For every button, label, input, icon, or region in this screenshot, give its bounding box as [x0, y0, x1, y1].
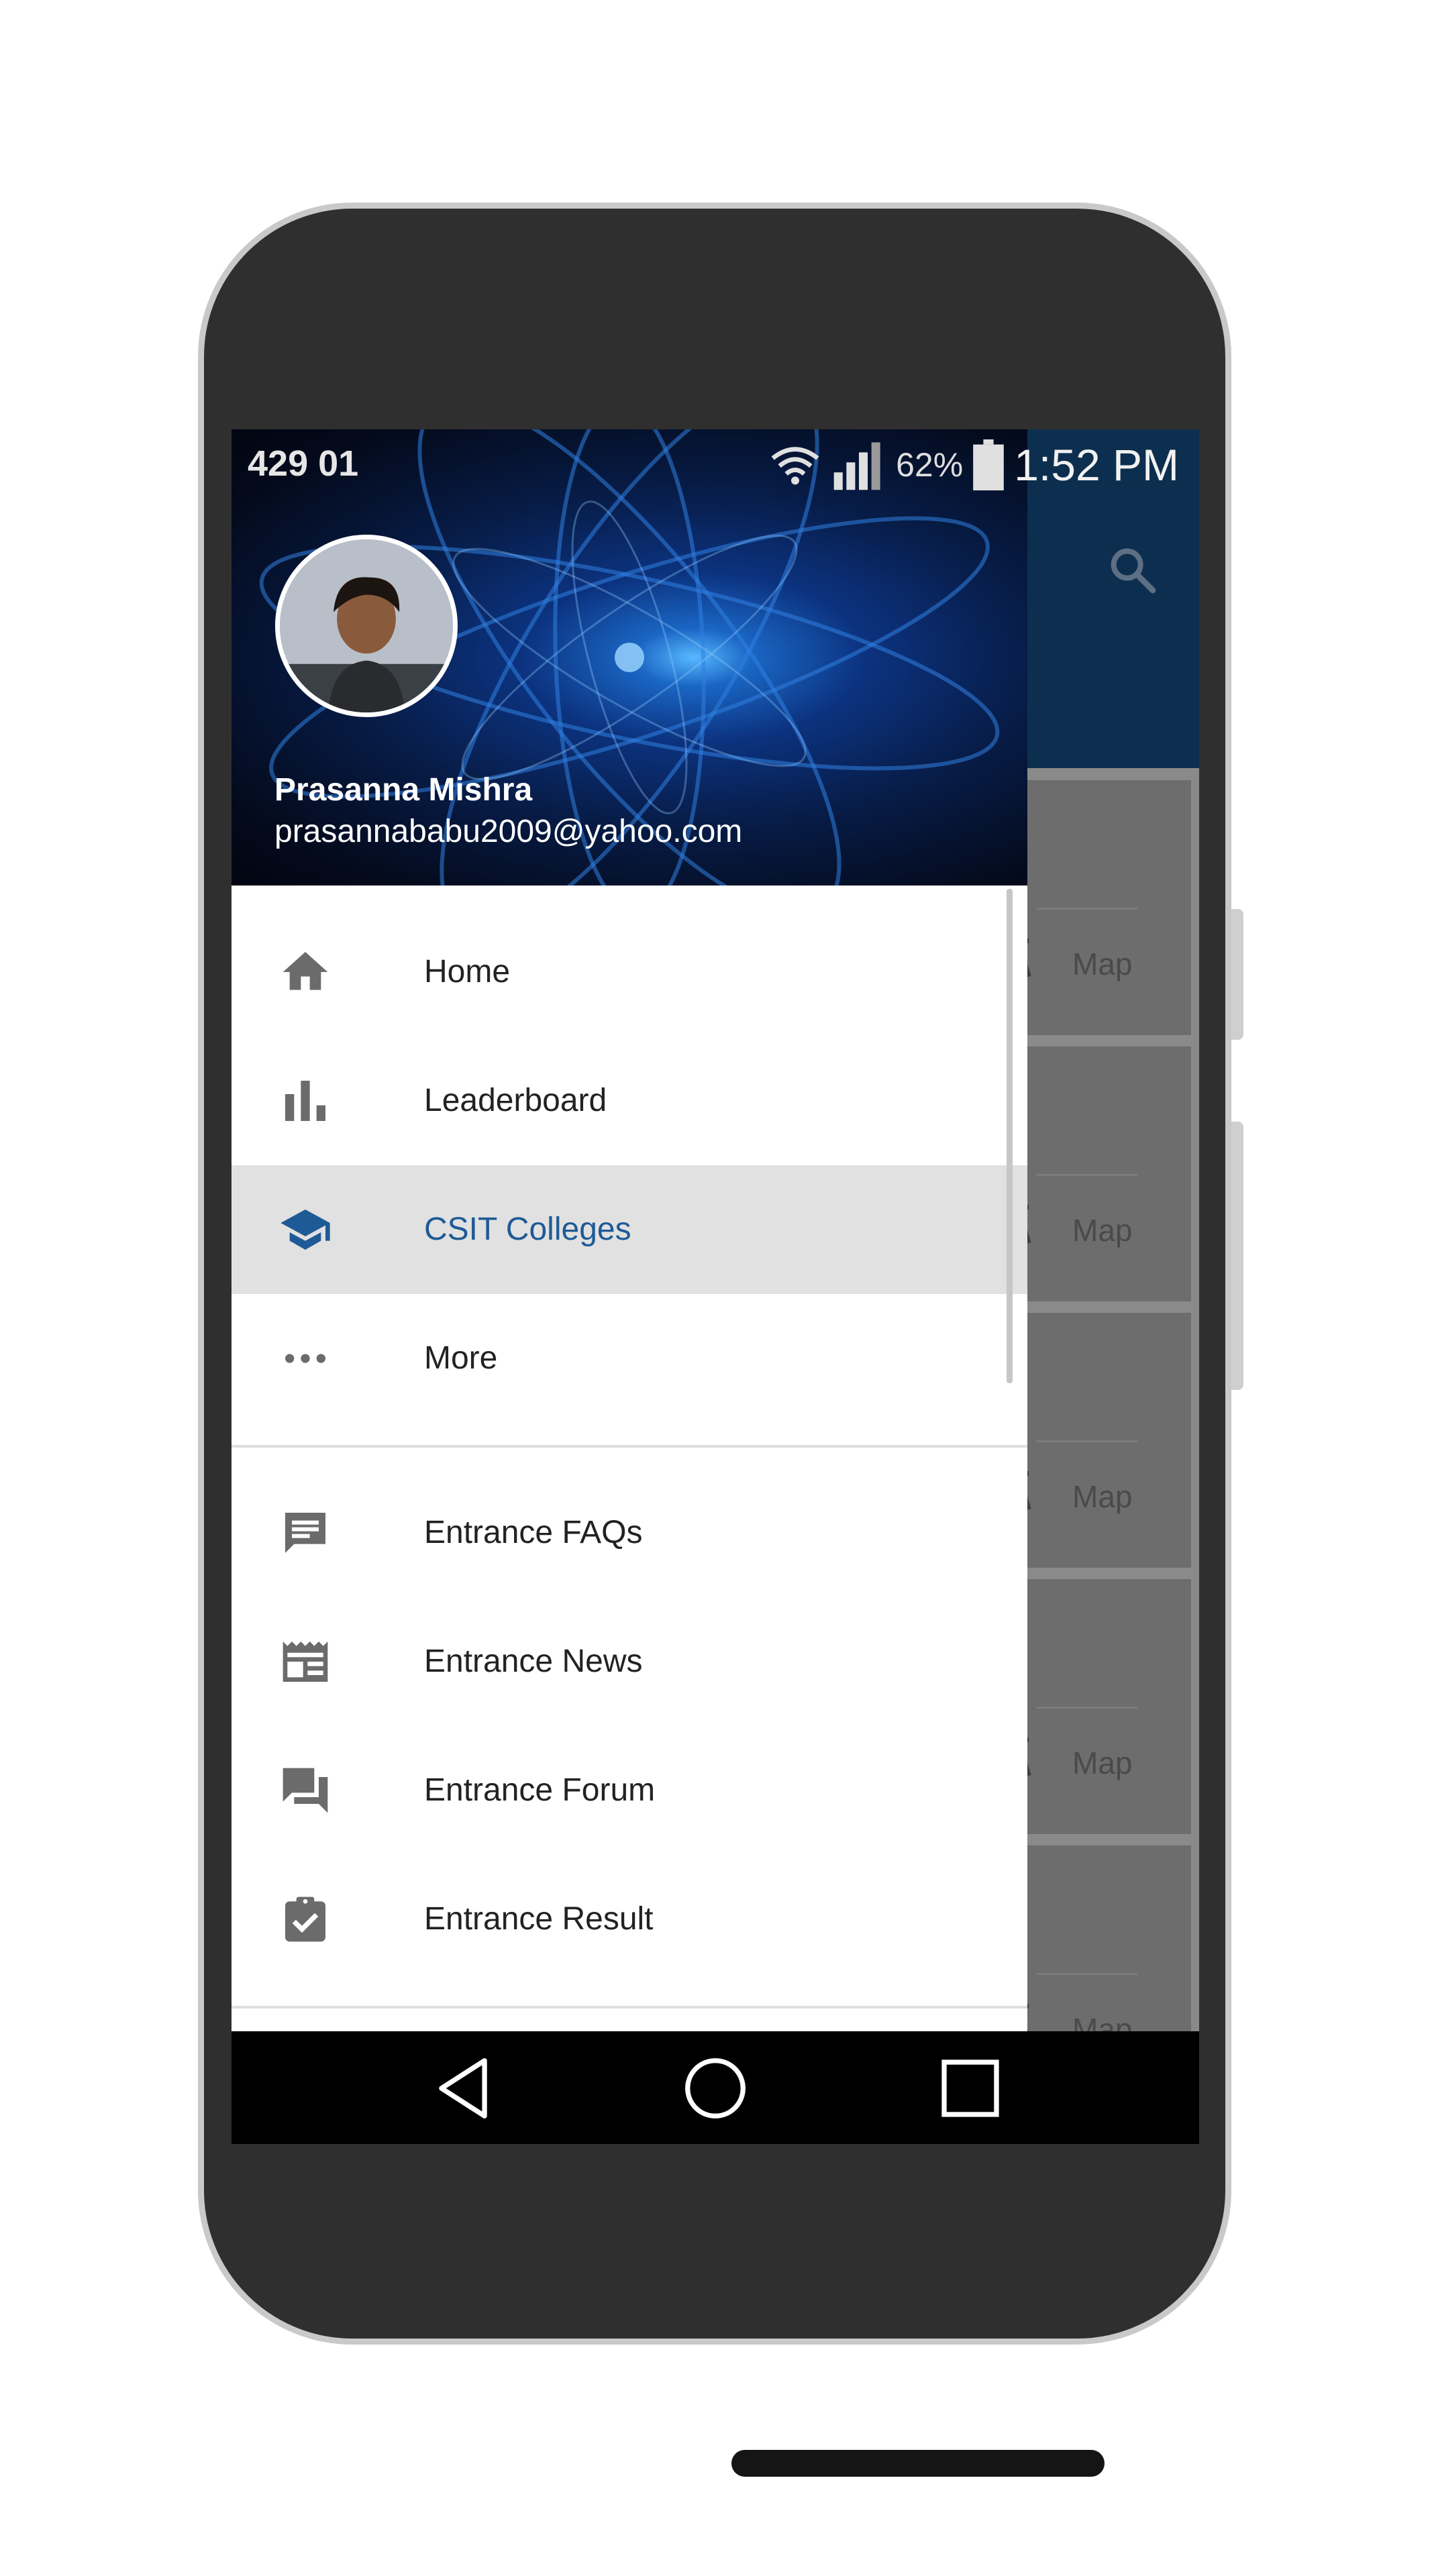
menu-item-csit-colleges[interactable]: CSIT Colleges	[232, 1165, 1027, 1294]
signal-icon	[833, 442, 880, 490]
battery-icon	[973, 439, 1005, 490]
forum-icon	[283, 1768, 328, 1813]
menu-divider	[232, 1445, 1027, 1448]
map-button[interactable]: Map	[1072, 1479, 1132, 1515]
menu-divider	[232, 2006, 1027, 2008]
recents-icon[interactable]	[933, 2051, 1007, 2125]
menu-item-leaderboard[interactable]: Leaderboard	[232, 1036, 1027, 1165]
map-button[interactable]: Map	[1072, 1745, 1132, 1781]
card-divider	[1037, 1707, 1137, 1709]
system-navigation-bar	[232, 2031, 1199, 2144]
bottom-speaker	[731, 2450, 1105, 2477]
card-divider	[1037, 1440, 1137, 1442]
result-icon	[285, 1896, 325, 1942]
card-divider	[1037, 1174, 1137, 1176]
menu-item-entrance-result[interactable]: Entrance Result	[232, 1855, 1027, 1984]
map-button[interactable]: Map	[1072, 946, 1132, 982]
more-icon	[285, 1354, 325, 1363]
user-avatar[interactable]	[275, 535, 458, 717]
leaderboard-icon	[285, 1081, 325, 1121]
menu-item-more[interactable]: More	[232, 1294, 1027, 1423]
menu-item-label: Home	[424, 954, 511, 989]
profile-photo	[280, 539, 453, 712]
status-icons: 62% 1:52 PM	[768, 435, 1179, 495]
battery-percent: 62%	[896, 446, 964, 484]
home-circle-icon[interactable]	[678, 2051, 752, 2125]
power-button	[1231, 1122, 1243, 1390]
back-icon[interactable]	[426, 2051, 500, 2125]
drawer-header: Prasanna Mishra prasannababu2009@yahoo.c…	[232, 429, 1027, 885]
navigation-drawer: Prasanna Mishra prasannababu2009@yahoo.c…	[232, 429, 1027, 2144]
faq-icon	[285, 1513, 325, 1553]
menu-item-label: CSIT Colleges	[424, 1212, 631, 1247]
device-screen: Map Map Map Map Map 429 01 62% 1:52 PM P…	[232, 429, 1199, 2144]
home-icon	[283, 952, 328, 990]
clock: 1:52 PM	[1014, 440, 1179, 490]
menu-item-label: Entrance FAQs	[424, 1515, 643, 1550]
drawer-scrollbar[interactable]	[1007, 889, 1013, 1383]
menu-item-label: More	[424, 1340, 498, 1376]
menu-item-label: Entrance Forum	[424, 1772, 656, 1808]
user-email: prasannababu2009@yahoo.com	[274, 814, 743, 849]
card-divider	[1037, 908, 1137, 910]
menu-item-label: Leaderboard	[424, 1083, 607, 1118]
school-icon	[280, 1210, 330, 1250]
menu-item-entrance-faqs[interactable]: Entrance FAQs	[232, 1468, 1027, 1597]
wifi-icon	[771, 447, 819, 485]
menu-item-entrance-forum[interactable]: Entrance Forum	[232, 1726, 1027, 1855]
map-button[interactable]: Map	[1072, 1212, 1132, 1248]
menu-item-label: Entrance Result	[424, 1901, 654, 1937]
menu-item-home[interactable]: Home	[232, 908, 1027, 1036]
card-divider	[1037, 1973, 1137, 1975]
volume-button	[1231, 909, 1243, 1040]
menu-item-label: Entrance News	[424, 1644, 643, 1679]
status-bar: 429 01 62% 1:52 PM	[232, 429, 1199, 496]
user-name: Prasanna Mishra	[274, 772, 533, 808]
search-icon[interactable]	[1106, 543, 1160, 597]
menu-item-entrance-news[interactable]: Entrance News	[232, 1597, 1027, 1726]
news-icon	[283, 1642, 328, 1682]
carrier-label: 429 01	[248, 443, 359, 484]
